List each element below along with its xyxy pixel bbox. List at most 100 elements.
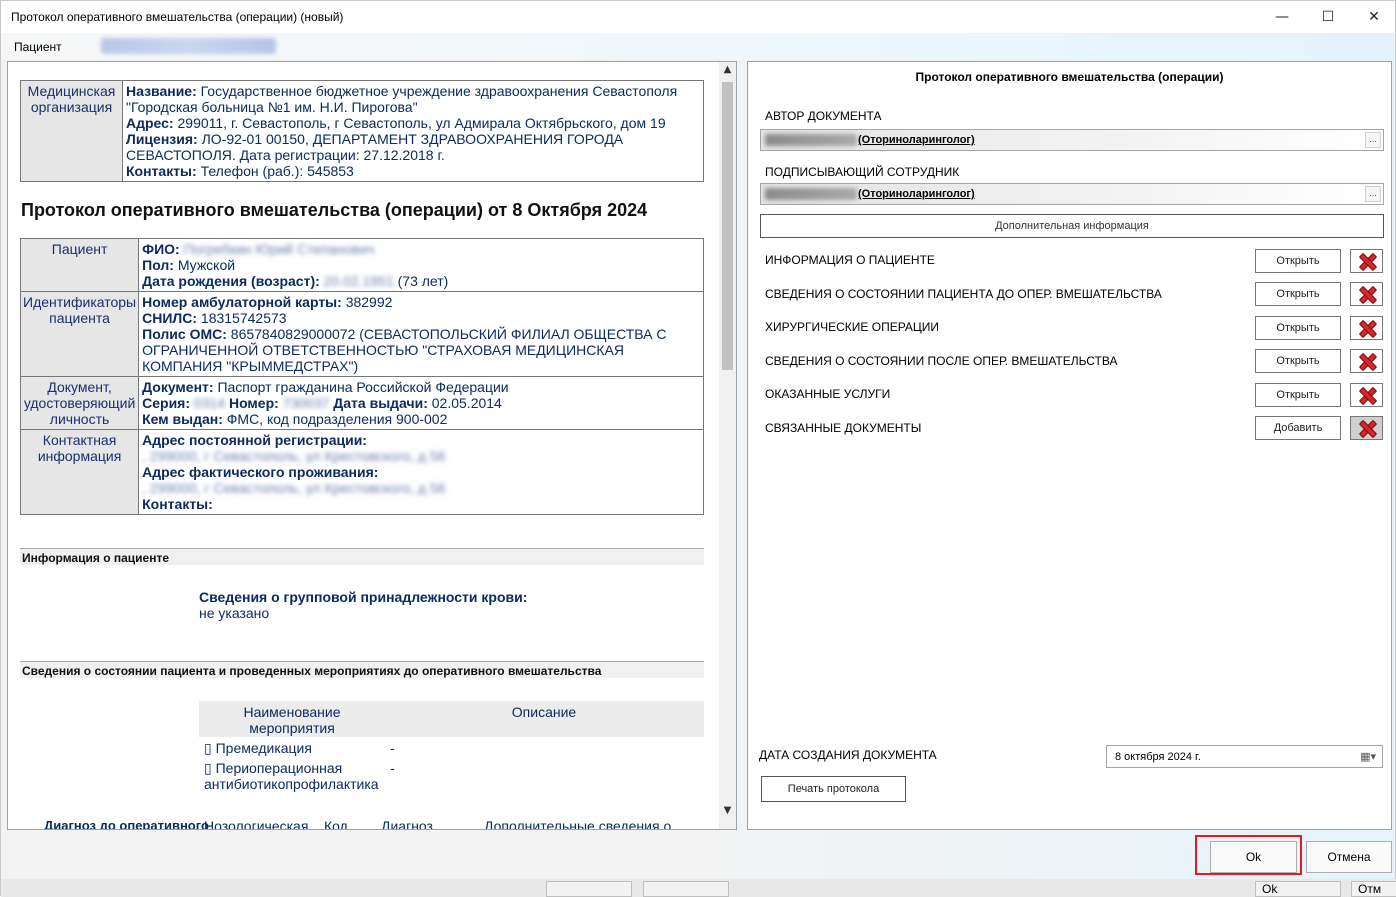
add-related-docs-button[interactable]: Добавить: [1255, 416, 1341, 440]
patient-label: Пациент: [19, 238, 140, 292]
reg-address-redacted: , 299000, г Севастополь, ул Крестовского…: [142, 448, 446, 464]
ok-button[interactable]: Ok: [1210, 841, 1297, 873]
issued-by-key: Кем выдан:: [142, 411, 223, 427]
signer-browse-button[interactable]: ...: [1365, 186, 1381, 202]
org-name: Государственное бюджетное учреждение здр…: [126, 83, 678, 115]
issue-date-value: 02.05.2014: [431, 395, 502, 411]
oms-key: Полис ОМС:: [142, 326, 227, 342]
dialog-window: Протокол оперативного вмешательства (опе…: [0, 0, 1396, 897]
scroll-thumb[interactable]: [722, 82, 733, 370]
print-protocol-button[interactable]: Печать протокола: [761, 776, 906, 802]
open-pre-state-button[interactable]: Открыть: [1255, 282, 1341, 306]
calendar-dropdown-icon[interactable]: ▦▾: [1360, 750, 1376, 763]
signer-role-link[interactable]: (Оториноларинголог): [858, 188, 975, 200]
author-label: АВТОР ДОКУМЕНТА: [765, 109, 882, 123]
delete-surgeries-button[interactable]: [1350, 316, 1383, 340]
blood-group-value: не указано: [199, 605, 270, 621]
issued-by-value: ФМС, код подразделения 900-002: [226, 411, 448, 427]
org-license: ЛО-92-01 00150, ДЕПАРТАМЕНТ ЗДРАВООХРАНЕ…: [126, 131, 624, 163]
measure-desc: -: [390, 740, 395, 756]
org-address-key: Адрес:: [126, 115, 174, 131]
additional-info-button[interactable]: Дополнительная информация: [760, 214, 1384, 238]
measure-row: ▯ Премедикация -: [204, 740, 395, 756]
measure-row: ▯ Периоперационная антибиотикопрофилакти…: [204, 760, 395, 792]
open-surgeries-button[interactable]: Открыть: [1255, 316, 1341, 340]
author-browse-button[interactable]: ...: [1365, 132, 1381, 148]
minimize-button[interactable]: —: [1259, 1, 1305, 33]
delete-post-state-button[interactable]: [1350, 349, 1383, 373]
org-address: 299011, г. Севастополь, г Севастополь, у…: [177, 115, 666, 131]
section-row-label: СВЕДЕНИЯ О СОСТОЯНИИ ПАЦИЕНТА ДО ОПЕР. В…: [765, 287, 1162, 301]
document-preview-content: Медицинская организация Название: Госуда…: [8, 62, 720, 829]
contact-info-details: Адрес постоянной регистрации: , 299000, …: [138, 429, 704, 515]
delete-icon: [1359, 420, 1375, 436]
patient-name-link-redacted[interactable]: [101, 38, 276, 54]
background-tab: [546, 881, 632, 897]
author-field[interactable]: (Оториноларинголог) ...: [760, 129, 1384, 151]
org-details: Название: Государственное бюджетное учре…: [122, 80, 704, 182]
org-label: Медицинская организация: [20, 80, 123, 182]
menu-bar: Пациент: [1, 33, 1395, 59]
signer-name-redacted: [765, 188, 857, 200]
card-key: Номер амбулаторной карты:: [142, 294, 342, 310]
open-patient-info-button[interactable]: Открыть: [1255, 249, 1341, 273]
sex-value: Мужской: [177, 257, 236, 273]
contacts-key: Контакты:: [142, 496, 213, 512]
card-value: 382992: [345, 294, 393, 310]
patient-table: Пациент ФИО: Погребкин Юрий Степанович П…: [19, 238, 704, 515]
scroll-up-arrow-icon[interactable]: ▲: [719, 62, 736, 78]
open-post-state-button[interactable]: Открыть: [1255, 349, 1341, 373]
reg-address-key: Адрес постоянной регистрации:: [142, 432, 367, 448]
fact-address-key: Адрес фактического проживания:: [142, 464, 379, 480]
patient-details: ФИО: Погребкин Юрий Степанович Пол: Мужс…: [138, 238, 704, 292]
protocol-form-panel: Протокол оперативного вмешательства (опе…: [747, 61, 1392, 830]
creation-date-label: ДАТА СОЗДАНИЯ ДОКУМЕНТА: [759, 748, 937, 762]
delete-icon: [1359, 320, 1375, 336]
delete-pre-state-button[interactable]: [1350, 282, 1383, 306]
diagnosis-label: Диагноз до оперативного: [44, 818, 209, 829]
cancel-button[interactable]: Отмена: [1306, 841, 1392, 873]
author-role-link[interactable]: (Оториноларинголог): [858, 134, 975, 146]
fio-key: ФИО:: [142, 241, 180, 257]
org-contacts: Телефон (раб.): 545853: [200, 163, 354, 179]
document-heading: Протокол оперативного вмешательства (опе…: [21, 200, 648, 220]
delete-patient-info-button[interactable]: [1350, 249, 1383, 273]
org-license-key: Лицензия:: [126, 131, 198, 147]
creation-date-value: 8 октября 2024 г.: [1115, 751, 1201, 763]
background-ok-button: Ok: [1255, 881, 1341, 897]
background-cancel-button: Отм: [1351, 881, 1396, 897]
ids-label: Идентификаторы пациента: [19, 291, 140, 377]
background-tab: [643, 881, 729, 897]
section-patient-info: Информация о пациенте: [20, 548, 704, 565]
scroll-down-arrow-icon[interactable]: ▼: [719, 803, 736, 819]
title-bar: Протокол оперативного вмешательства (опе…: [1, 1, 1395, 33]
document-scrollbar[interactable]: ▲ ▼: [719, 62, 736, 829]
open-services-button[interactable]: Открыть: [1255, 383, 1341, 407]
sex-key: Пол:: [142, 257, 174, 273]
measure-name: ▯ Периоперационная антибиотикопрофилакти…: [204, 760, 379, 792]
col-description: Описание: [511, 704, 577, 720]
series-key: Серия:: [142, 395, 191, 411]
measure-name: ▯ Премедикация: [204, 740, 312, 756]
section-row-label: СВЯЗАННЫЕ ДОКУМЕНТЫ: [765, 421, 922, 435]
section-row-label: ХИРУРГИЧЕСКИЕ ОПЕРАЦИИ: [765, 320, 940, 334]
diag-col-additional: Дополнительные сведения о: [484, 818, 672, 829]
number-redacted: 730037: [282, 395, 330, 411]
delete-icon: [1359, 253, 1375, 269]
section-row-label: ОКАЗАННЫЕ УСЛУГИ: [765, 387, 891, 401]
section-row-label: ИНФОРМАЦИЯ О ПАЦИЕНТЕ: [765, 253, 935, 267]
author-name-redacted: [765, 134, 857, 146]
dob-redacted: 20.02.1951: [323, 273, 394, 289]
maximize-button[interactable]: ☐: [1305, 1, 1351, 33]
signer-field[interactable]: (Оториноларинголог) ...: [760, 183, 1384, 205]
delete-services-button[interactable]: [1350, 383, 1383, 407]
delete-related-docs-button: [1350, 416, 1383, 440]
doc-key: Документ:: [142, 379, 214, 395]
snils-value: 18315742573: [200, 310, 287, 326]
doc-value: Паспорт гражданина Российской Федерации: [217, 379, 509, 395]
creation-date-picker[interactable]: 8 октября 2024 г. ▦▾: [1106, 745, 1383, 768]
menu-patient[interactable]: Пациент: [14, 40, 62, 54]
close-button[interactable]: ✕: [1351, 1, 1396, 33]
window-title: Протокол оперативного вмешательства (опе…: [11, 10, 344, 24]
form-title: Протокол оперативного вмешательства (опе…: [915, 70, 1224, 84]
